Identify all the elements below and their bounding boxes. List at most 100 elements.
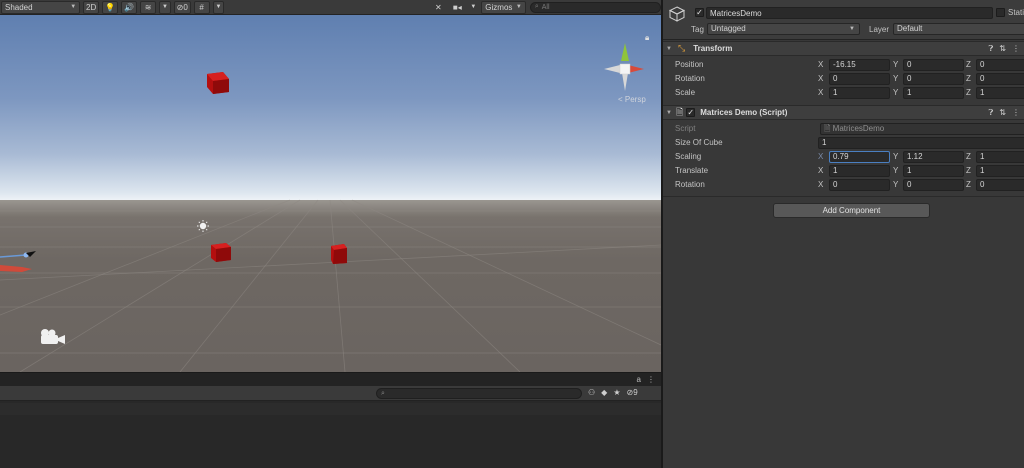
position-label: Position — [675, 60, 704, 69]
scene-visibility-button[interactable]: ⊘ 0 — [173, 0, 191, 14]
static-checkbox[interactable] — [996, 8, 1005, 17]
scale-y-input[interactable]: 1 — [903, 87, 964, 99]
eye-slash-icon: ⊘ — [176, 2, 184, 12]
cube-right[interactable] — [331, 244, 347, 264]
translate-x-input[interactable]: 1 — [829, 165, 890, 177]
script-enabled-checkbox[interactable]: ✓ — [686, 108, 696, 117]
scale-property-row: Scale X 1 Y 1 Z 1 — [663, 86, 1024, 100]
help-icon[interactable]: ❓︎ — [988, 44, 993, 54]
bottom-panel-content — [0, 403, 661, 468]
foldout-icon[interactable]: ▼ — [666, 110, 674, 116]
x-axis-label[interactable]: X — [818, 74, 823, 83]
translate-z-input[interactable]: 1 — [976, 165, 1024, 177]
y-axis-label[interactable]: Y — [893, 180, 898, 189]
rotation-x-input[interactable]: 0 — [829, 179, 890, 191]
cube-left[interactable] — [211, 243, 231, 262]
favorite-icon[interactable]: ★ — [613, 388, 620, 397]
presets-icon[interactable]: ⇅ — [999, 108, 1006, 118]
more-options-icon[interactable]: ⋮ — [1012, 108, 1020, 118]
scaling-x-input[interactable]: 0.79 — [829, 151, 890, 163]
rotation-y-input[interactable]: 0 — [903, 73, 964, 85]
gameobject-active-checkbox[interactable]: ✓ — [695, 8, 704, 17]
lighting-toggle-button[interactable]: 💡 — [102, 0, 119, 14]
shading-mode-dropdown[interactable]: Shaded ▼ — [1, 0, 81, 14]
x-axis-label[interactable]: X — [818, 152, 823, 161]
cube-top[interactable] — [207, 72, 229, 94]
filter-by-type-icon[interactable]: ⚇ — [588, 388, 595, 397]
project-search-input[interactable]: ⌕ — [376, 388, 582, 399]
scene-search-input[interactable]: ⌕ All — [529, 1, 661, 13]
gizmos-dropdown[interactable]: Gizmos ▼ — [481, 0, 526, 14]
scale-x-input[interactable]: 1 — [829, 87, 890, 99]
perspective-label[interactable]: < Persp — [618, 95, 646, 104]
x-axis-label[interactable]: X — [818, 180, 823, 189]
position-x-input[interactable]: -16.15 — [829, 59, 890, 71]
z-axis-label[interactable]: Z — [966, 166, 971, 175]
z-axis-label[interactable]: Z — [966, 180, 971, 189]
lock-icon[interactable]: a — [637, 375, 641, 384]
position-property-row: Position X -16.15 Y 0 Z 0 — [663, 58, 1024, 72]
scene-viewport[interactable]: 🔒︎ < Persp — [0, 15, 661, 372]
y-axis-label[interactable]: Y — [893, 60, 898, 69]
script-reference-field[interactable]: 🗎 MatricesDemo — [820, 123, 1024, 135]
lock-icon[interactable]: 🔒︎ — [645, 33, 649, 43]
tag-dropdown[interactable]: Untagged ▼ — [707, 23, 860, 35]
foldout-icon[interactable]: ▼ — [666, 46, 674, 52]
script-component-title: Matrices Demo (Script) — [700, 108, 788, 117]
scale-z-input[interactable]: 1 — [976, 87, 1024, 99]
translate-y-input[interactable]: 1 — [903, 165, 964, 177]
script-component-header[interactable]: ▼ 🗎 ✓ Matrices Demo (Script) ❓︎ ⇅ ⋮ — [663, 105, 1024, 120]
presets-icon[interactable]: ⇅ — [999, 44, 1006, 54]
grid-dropdown-button[interactable]: ▼ — [212, 0, 225, 14]
camera-object-icon[interactable] — [41, 329, 65, 344]
z-axis-label[interactable]: Z — [966, 88, 971, 97]
scaling-property-row: Scaling X 0.79 Y 1.12 Z 1 — [663, 150, 1024, 164]
y-axis-label[interactable]: Y — [893, 88, 898, 97]
filter-by-label-icon[interactable]: ◆ — [601, 388, 607, 397]
z-axis-label[interactable]: Z — [966, 60, 971, 69]
more-options-icon[interactable]: ⋮ — [647, 375, 655, 384]
position-z-input[interactable]: 0 — [976, 59, 1024, 71]
scaling-z-input[interactable]: 1 — [976, 151, 1024, 163]
move-handle-icon[interactable] — [0, 251, 36, 272]
position-y-input[interactable]: 0 — [903, 59, 964, 71]
gameobject-cube-icon — [668, 6, 686, 22]
x-axis-label[interactable]: X — [818, 166, 823, 175]
scaling-y-input[interactable]: 1.12 — [903, 151, 964, 163]
y-axis-label[interactable]: Y — [893, 166, 898, 175]
divider — [663, 196, 1024, 197]
directional-light-icon[interactable] — [197, 220, 209, 232]
chevron-down-icon: ▼ — [162, 4, 168, 10]
x-axis-label[interactable]: X — [818, 60, 823, 69]
effects-toggle-button[interactable]: ≋ — [140, 0, 157, 14]
y-axis-label[interactable]: Y — [893, 74, 898, 83]
effects-dropdown-button[interactable]: ▼ — [159, 0, 171, 14]
speaker-icon: 🔊 — [124, 2, 135, 12]
help-icon[interactable]: ❓︎ — [988, 108, 993, 118]
z-axis-label[interactable]: Z — [966, 74, 971, 83]
audio-toggle-button[interactable]: 🔊 — [121, 0, 138, 14]
y-axis-label[interactable]: Y — [893, 152, 898, 161]
size-of-cube-input[interactable]: 1 — [818, 137, 1024, 149]
transform-component-header[interactable]: ▼ ⤡ Transform ❓︎ ⇅ ⋮ — [663, 41, 1024, 56]
rotation-z-input[interactable]: 0 — [976, 73, 1024, 85]
tools-button[interactable]: ✕ — [430, 1, 446, 14]
camera-dropdown-button[interactable]: ▼ — [468, 1, 478, 14]
gameobject-name-input[interactable]: MatricesDemo — [706, 7, 993, 19]
rotation-z-input[interactable]: 0 — [976, 179, 1024, 191]
grid-toggle-button[interactable]: # — [193, 0, 210, 14]
rotation-x-input[interactable]: 0 — [829, 73, 890, 85]
more-options-icon[interactable]: ⋮ — [1012, 44, 1020, 54]
camera-icon: ■◂ — [452, 2, 462, 12]
scene-view[interactable]: Shaded ▼ 2D 💡 🔊 ≋ ▼ ⊘ 0 # ▼ ✕ ■◂ ▼ Gizmo… — [0, 0, 661, 372]
2d-toggle-button[interactable]: 2D — [83, 0, 100, 14]
rotation-y-input[interactable]: 0 — [903, 179, 964, 191]
add-component-button[interactable]: Add Component — [773, 203, 930, 218]
x-axis-label[interactable]: X — [818, 88, 823, 97]
inspector-panel: ✓ MatricesDemo Stati Tag Untagged ▼ Laye… — [663, 0, 1024, 468]
layer-dropdown[interactable]: Default — [893, 23, 1024, 35]
camera-settings-button[interactable]: ■◂ — [449, 1, 465, 14]
hidden-count: 0 — [183, 2, 188, 12]
hidden-packages-button[interactable]: ⊘9 — [627, 388, 638, 397]
z-axis-label[interactable]: Z — [966, 152, 971, 161]
